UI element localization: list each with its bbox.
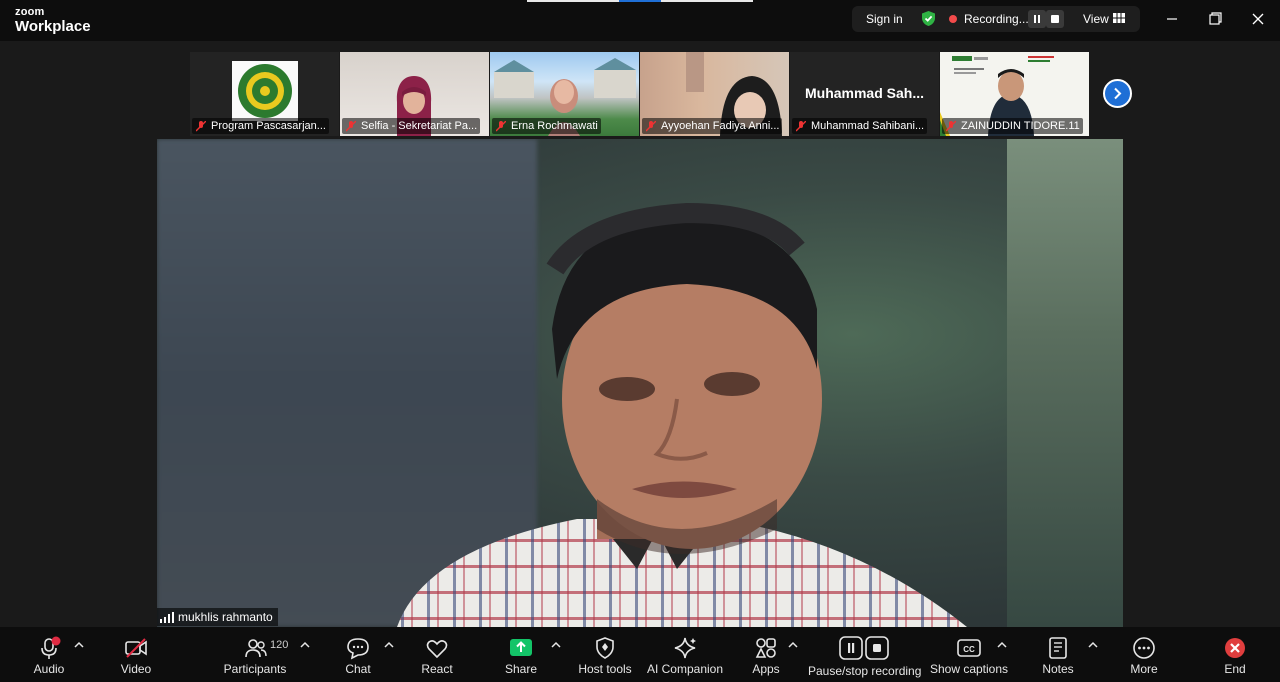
participants-options-chevron-icon[interactable]	[300, 641, 310, 649]
participants-icon	[245, 639, 267, 658]
chevron-right-icon	[1114, 87, 1122, 100]
participants-count: 120	[270, 639, 289, 651]
more-button[interactable]: More	[1122, 627, 1166, 682]
speaker-name-tag: mukhlis rahmanto	[157, 608, 278, 626]
notes-label: Notes	[1042, 662, 1074, 676]
pause-stop-recording-icon	[839, 636, 889, 660]
ai-sparkle-icon	[674, 637, 696, 659]
end-meeting-button[interactable]: End	[1214, 627, 1256, 682]
close-window-icon[interactable]	[1248, 10, 1268, 28]
view-button[interactable]: View	[1083, 12, 1109, 26]
participant-thumbnail-strip: Program Pascasarjan... Selfia - Sekretar…	[190, 52, 1090, 136]
speaker-name: mukhlis rahmanto	[178, 610, 273, 624]
video-label: Video	[120, 662, 152, 676]
host-shield-icon	[596, 637, 614, 659]
video-off-icon	[125, 638, 147, 658]
sign-in-link[interactable]: Sign in	[866, 12, 903, 26]
share-button[interactable]: Share	[496, 627, 546, 682]
meeting-toolbar: Audio Video Participants 120 Chat React …	[0, 627, 1280, 682]
muted-mic-icon	[796, 120, 806, 131]
logo-workplace: Workplace	[15, 18, 91, 35]
closed-captions-icon: CC	[957, 639, 981, 657]
stop-recording-button[interactable]	[1046, 10, 1064, 28]
title-bar: zoom Workplace Sign in Recording... View	[0, 0, 1280, 41]
participant-name: Program Pascasarjan...	[211, 120, 326, 132]
host-tools-label: Host tools	[578, 662, 632, 676]
grid-view-icon[interactable]	[1113, 13, 1125, 23]
host-tools-button[interactable]: Host tools	[574, 627, 636, 682]
react-label: React	[421, 662, 453, 676]
end-x-icon	[1225, 638, 1245, 658]
apps-button[interactable]: Apps	[742, 627, 790, 682]
pause-stop-recording-button[interactable]: Pause/stop recording	[808, 627, 922, 682]
participant-tile[interactable]: Muhammad Sah... Muhammad Sahibani...	[790, 52, 939, 136]
apps-options-chevron-icon[interactable]	[788, 641, 798, 649]
notes-options-chevron-icon[interactable]	[1088, 641, 1098, 649]
show-captions-label: Show captions	[929, 662, 1009, 676]
share-options-chevron-icon[interactable]	[551, 641, 561, 649]
heart-icon	[426, 640, 448, 659]
chat-button[interactable]: Chat	[334, 627, 382, 682]
pause-stop-recording-label: Pause/stop recording	[808, 664, 922, 678]
participant-tile[interactable]: Selfia - Sekretariat Pa...	[340, 52, 489, 136]
audio-button[interactable]: Audio	[22, 627, 76, 682]
participant-name: Muhammad Sahibani...	[811, 120, 925, 132]
participant-name: Ayyoehan Fadiya Anni...	[661, 120, 780, 132]
recording-label: Recording...	[964, 12, 1029, 26]
participant-display-name: Muhammad Sah...	[804, 85, 925, 101]
muted-mic-icon	[946, 120, 956, 131]
apps-label: Apps	[752, 662, 780, 676]
top-tab-indicator	[527, 0, 753, 2]
muted-mic-icon	[346, 120, 356, 131]
participant-tile[interactable]: Ayyoehan Fadiya Anni...	[640, 52, 789, 136]
participants-button[interactable]: Participants	[222, 627, 288, 682]
ai-companion-label: AI Companion	[646, 662, 724, 676]
captions-options-chevron-icon[interactable]	[997, 641, 1007, 649]
restore-icon[interactable]	[1205, 10, 1225, 28]
end-label: End	[1224, 662, 1246, 676]
share-label: Share	[504, 662, 538, 676]
logo-zoom: zoom	[15, 6, 45, 18]
chat-options-chevron-icon[interactable]	[384, 641, 394, 649]
audio-options-chevron-icon[interactable]	[74, 641, 84, 649]
apps-icon	[755, 638, 776, 658]
participant-name: Selfia - Sekretariat Pa...	[361, 120, 478, 132]
react-button[interactable]: React	[412, 627, 462, 682]
notes-icon	[1049, 637, 1067, 659]
participant-tile[interactable]: Erna Rochmawati	[490, 52, 639, 136]
muted-mic-icon	[496, 120, 506, 131]
participant-tile[interactable]: Program Pascasarjan...	[190, 52, 339, 136]
zoom-workplace-logo: zoom Workplace	[15, 6, 91, 35]
active-speaker-video	[157, 139, 1123, 627]
more-dots-icon	[1133, 637, 1155, 659]
university-logo-icon	[232, 61, 298, 121]
participants-label: Participants	[223, 662, 287, 676]
microphone-icon	[41, 636, 61, 659]
participant-name: Erna Rochmawati	[511, 120, 598, 132]
next-page-button[interactable]	[1103, 79, 1132, 108]
chat-label: Chat	[345, 662, 371, 676]
audio-label: Audio	[33, 662, 65, 676]
muted-mic-icon	[196, 120, 206, 131]
share-screen-icon	[510, 639, 532, 656]
chat-icon	[347, 638, 369, 660]
participant-name: ZAINUDDIN TIDORE.11	[961, 120, 1080, 132]
participant-tile[interactable]: ZAINUDDIN TIDORE.11	[940, 52, 1089, 136]
muted-mic-icon	[646, 120, 656, 131]
more-label: More	[1130, 662, 1158, 676]
svg-text:CC: CC	[963, 645, 975, 654]
minimize-icon[interactable]	[1162, 10, 1182, 28]
ai-companion-button[interactable]: AI Companion	[646, 627, 724, 682]
show-captions-button[interactable]: CC Show captions	[928, 627, 1010, 682]
encryption-shield-icon[interactable]	[920, 10, 937, 27]
video-button[interactable]: Video	[108, 627, 164, 682]
recording-dot-icon	[949, 15, 957, 23]
pause-recording-button[interactable]	[1028, 10, 1046, 28]
speaker-person-video	[397, 202, 967, 627]
connection-signal-icon	[160, 611, 174, 623]
notes-button[interactable]: Notes	[1036, 627, 1080, 682]
